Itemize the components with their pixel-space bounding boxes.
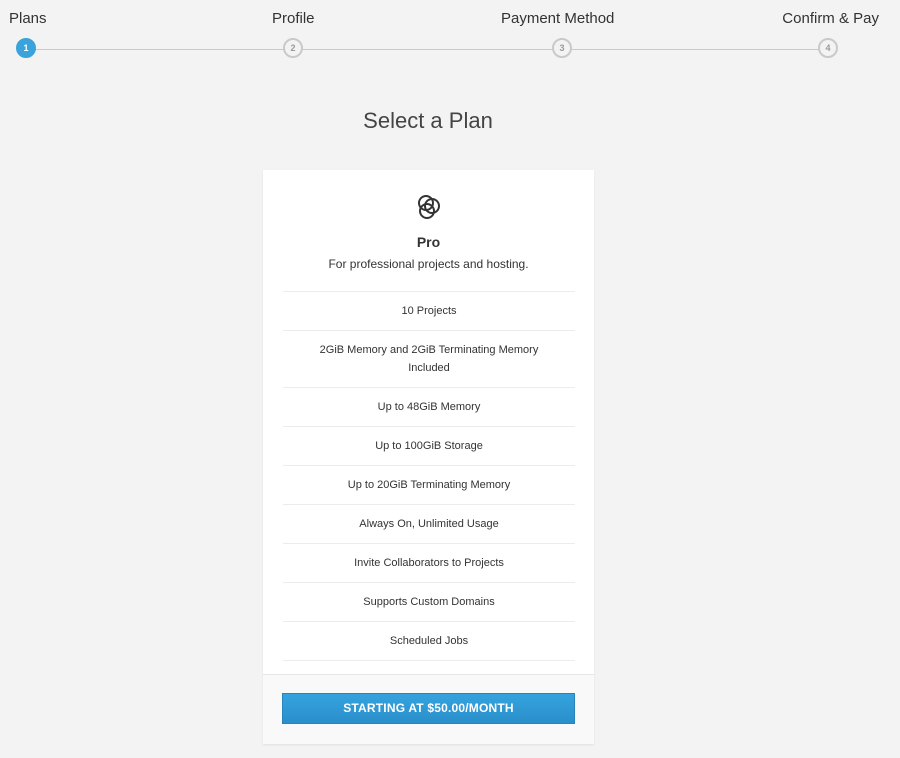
overlapping-circles-icon xyxy=(418,195,440,219)
plan-card: Pro For professional projects and hostin… xyxy=(263,170,594,744)
plan-card-footer: STARTING AT $50.00/MONTH xyxy=(263,674,594,744)
feature-item-terminating-memory: Up to 20GiB Terminating Memory xyxy=(283,466,575,505)
feature-item-custom-domains: Supports Custom Domains xyxy=(283,583,575,622)
step-indicator-2[interactable]: 2 xyxy=(283,38,303,58)
feature-item-memory-included: 2GiB Memory and 2GiB Terminating Memory … xyxy=(283,331,575,388)
step-indicator-3[interactable]: 3 xyxy=(552,38,572,58)
step-label-plans: Plans xyxy=(9,10,47,27)
plan-feature-list: 10 Projects 2GiB Memory and 2GiB Termina… xyxy=(283,291,575,661)
page-title: Select a Plan xyxy=(363,108,493,133)
plan-description: For professional projects and hosting. xyxy=(328,257,529,271)
step-label-confirm-pay: Confirm & Pay xyxy=(782,10,879,27)
plan-name: Pro xyxy=(416,234,441,250)
feature-item-max-memory: Up to 48GiB Memory xyxy=(283,388,575,427)
feature-item-scheduled-jobs: Scheduled Jobs xyxy=(283,622,575,661)
step-indicator-4[interactable]: 4 xyxy=(818,38,838,58)
step-label-profile: Profile xyxy=(272,10,315,27)
checkout-stepper: Plans Profile Payment Method Confirm & P… xyxy=(0,0,900,70)
feature-item-projects: 10 Projects xyxy=(283,292,575,331)
select-plan-button[interactable]: STARTING AT $50.00/MONTH xyxy=(282,693,575,724)
feature-item-storage: Up to 100GiB Storage xyxy=(283,427,575,466)
step-indicator-1[interactable]: 1 xyxy=(16,38,36,58)
stepper-progress-line xyxy=(28,49,828,50)
page: Plans Profile Payment Method Confirm & P… xyxy=(0,0,900,758)
step-label-payment-method: Payment Method xyxy=(501,10,615,27)
feature-item-collaborators: Invite Collaborators to Projects xyxy=(283,544,575,583)
feature-item-always-on: Always On, Unlimited Usage xyxy=(283,505,575,544)
